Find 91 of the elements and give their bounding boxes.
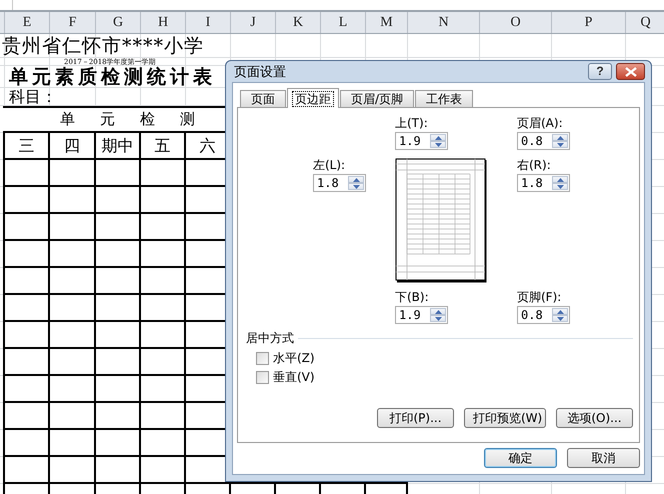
table-cell[interactable] bbox=[5, 376, 50, 403]
column-title: 五 bbox=[141, 133, 186, 160]
table-cell[interactable] bbox=[5, 160, 50, 187]
table-cell[interactable] bbox=[50, 160, 96, 187]
table-cell[interactable] bbox=[50, 403, 96, 430]
margin-label: 页脚(F): bbox=[517, 290, 562, 304]
table-cell[interactable] bbox=[141, 457, 186, 484]
table-cell[interactable] bbox=[141, 187, 186, 214]
tab[interactable]: 工作表 bbox=[415, 90, 474, 107]
table-cell[interactable] bbox=[141, 349, 186, 376]
tab[interactable]: 页边距 bbox=[287, 88, 339, 108]
column-header[interactable]: J bbox=[231, 12, 276, 33]
column-header[interactable]: L bbox=[321, 12, 366, 33]
table-cell[interactable] bbox=[50, 457, 96, 484]
table-cell[interactable] bbox=[96, 376, 141, 403]
close-icon bbox=[624, 66, 636, 76]
column-header[interactable]: O bbox=[480, 12, 552, 33]
dialog-button[interactable]: 确定 bbox=[484, 448, 557, 468]
table-cell[interactable] bbox=[141, 241, 186, 268]
column-title: 期中 bbox=[96, 133, 141, 160]
column-header[interactable]: I bbox=[186, 12, 231, 33]
action-button[interactable]: 打印预览(W) bbox=[464, 408, 546, 428]
table-cell[interactable] bbox=[50, 322, 96, 349]
column-header[interactable]: G bbox=[96, 12, 141, 33]
table-cell[interactable] bbox=[5, 241, 50, 268]
table-cell[interactable] bbox=[96, 322, 141, 349]
column-title: 三 bbox=[5, 133, 50, 160]
dialog-title: 页面设置 bbox=[233, 64, 287, 80]
table-cell[interactable] bbox=[50, 430, 96, 457]
action-button[interactable]: 打印(P)... bbox=[377, 408, 454, 428]
column-header[interactable]: K bbox=[276, 12, 321, 33]
table-cell[interactable] bbox=[141, 376, 186, 403]
checkbox-option[interactable]: 水平(Z) bbox=[256, 351, 315, 366]
tab[interactable]: 页面 bbox=[240, 90, 286, 107]
dialog-button[interactable]: 取消 bbox=[567, 448, 640, 468]
subject-label: 科目： bbox=[9, 88, 57, 106]
column-header[interactable]: P bbox=[552, 12, 626, 33]
table-cell[interactable] bbox=[141, 430, 186, 457]
help-button[interactable]: ? bbox=[588, 63, 612, 80]
column-header[interactable]: H bbox=[141, 12, 186, 33]
table-cell[interactable] bbox=[5, 268, 50, 295]
column-header[interactable]: F bbox=[50, 12, 96, 33]
table-cell[interactable] bbox=[50, 241, 96, 268]
table-cell[interactable] bbox=[50, 376, 96, 403]
table-cell[interactable] bbox=[50, 214, 96, 241]
margin-label: 下(B): bbox=[395, 290, 430, 304]
close-button[interactable] bbox=[616, 63, 645, 80]
table-cell[interactable] bbox=[5, 322, 50, 349]
table-cell[interactable] bbox=[96, 430, 141, 457]
table-cell[interactable] bbox=[96, 349, 141, 376]
checkbox-option[interactable]: 垂直(V) bbox=[256, 370, 315, 385]
table-cell[interactable] bbox=[5, 214, 50, 241]
school-name: 贵州省仁怀市****小学 bbox=[2, 35, 204, 57]
table-cell[interactable] bbox=[141, 214, 186, 241]
column-header[interactable]: N bbox=[408, 12, 480, 33]
table-cell[interactable] bbox=[141, 268, 186, 295]
table-cell[interactable] bbox=[96, 160, 141, 187]
table-cell[interactable] bbox=[96, 241, 141, 268]
table-cell[interactable] bbox=[96, 187, 141, 214]
table-cell[interactable] bbox=[50, 295, 96, 322]
table-cell[interactable] bbox=[5, 295, 50, 322]
table-cell[interactable] bbox=[96, 457, 141, 484]
table-cell[interactable] bbox=[50, 268, 96, 295]
column-header[interactable]: E bbox=[5, 12, 50, 33]
margin-label: 左(L): bbox=[313, 158, 346, 172]
table-cell[interactable] bbox=[141, 403, 186, 430]
table-cell[interactable] bbox=[141, 160, 186, 187]
table-cell[interactable] bbox=[96, 268, 141, 295]
margin-label: 右(R): bbox=[517, 158, 552, 172]
column-title: 四 bbox=[50, 133, 96, 160]
table-cell[interactable] bbox=[96, 295, 141, 322]
column-header[interactable]: M bbox=[366, 12, 408, 33]
checkbox[interactable] bbox=[256, 352, 269, 365]
margin-label: 页眉(A): bbox=[517, 116, 564, 130]
table-cell[interactable] bbox=[5, 457, 50, 484]
table-cell[interactable] bbox=[96, 403, 141, 430]
table-cell[interactable] bbox=[96, 214, 141, 241]
table-cell[interactable] bbox=[141, 322, 186, 349]
column-header[interactable]: Q bbox=[626, 12, 664, 33]
tab[interactable]: 页眉/页脚 bbox=[340, 90, 414, 107]
table-cell[interactable] bbox=[50, 349, 96, 376]
table-cell[interactable] bbox=[141, 295, 186, 322]
checkbox[interactable] bbox=[256, 371, 269, 384]
table-cell[interactable] bbox=[5, 403, 50, 430]
action-button[interactable]: 选项(O)... bbox=[556, 408, 633, 428]
table-cell[interactable] bbox=[5, 187, 50, 214]
group-label: 居中方式 bbox=[246, 330, 294, 347]
table-cell[interactable] bbox=[5, 349, 50, 376]
table-cell[interactable] bbox=[5, 430, 50, 457]
table-cell[interactable] bbox=[50, 187, 96, 214]
sheet-title: 单元素质检测统计表 bbox=[9, 66, 216, 88]
